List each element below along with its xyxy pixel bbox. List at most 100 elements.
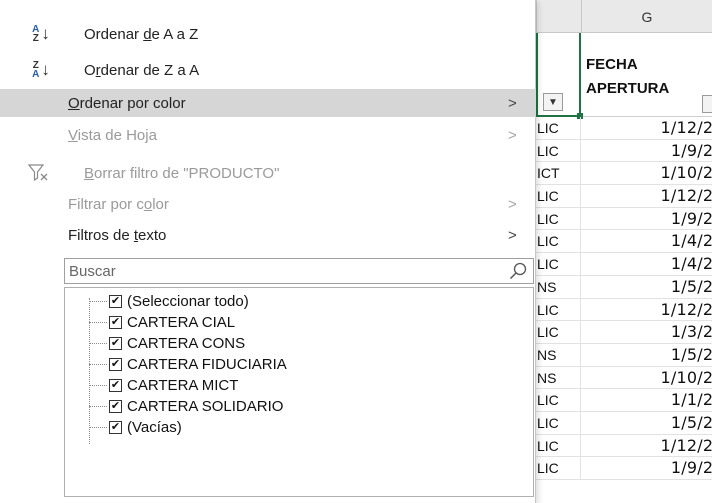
table-row: LIC 1/9/202: [536, 139, 712, 163]
submenu-arrow-icon: >: [508, 226, 517, 244]
tree-connector: [89, 427, 107, 428]
cell-f[interactable]: LIC: [536, 139, 581, 162]
checkbox[interactable]: ✔: [109, 316, 122, 329]
cell-f[interactable]: LIC: [536, 411, 581, 434]
header-fecha-apertura[interactable]: FECHA APERTURA: [586, 53, 669, 101]
checkmark-icon: ✔: [110, 421, 121, 433]
filter-values-list[interactable]: ✔ (Seleccionar todo) ✔ CARTERA CIAL ✔ CARTERA…: [64, 287, 534, 497]
column-header-g[interactable]: G: [581, 0, 712, 33]
cell-fecha-apertura[interactable]: 1/5/201: [581, 276, 712, 298]
list-item-label: CARTERA CONS: [127, 335, 246, 352]
checkbox[interactable]: ✔: [109, 400, 122, 413]
filter-by-color-label: Filtrar por color: [68, 195, 169, 213]
cell-date-value: 1/10/201: [660, 367, 712, 387]
checkbox[interactable]: ✔: [109, 421, 122, 434]
cell-fecha-apertura[interactable]: 1/4/202: [581, 253, 712, 275]
list-item[interactable]: ✔ CARTERA MICT: [89, 376, 238, 395]
list-item-label: CARTERA MICT: [127, 377, 239, 394]
cell-date-value: 1/5/201: [670, 276, 712, 296]
filter-dropdown-button[interactable]: ▼: [543, 93, 563, 111]
filter-by-color-item[interactable]: Filtrar por color >: [0, 190, 536, 218]
cell-f[interactable]: LIC: [536, 230, 581, 253]
text-filters-item[interactable]: Filtros de texto >: [0, 221, 536, 249]
checkmark-icon: ✔: [110, 400, 121, 412]
search-icon[interactable]: [509, 262, 527, 280]
cell-date-value: 1/12/201: [660, 299, 712, 319]
cell-fecha-apertura[interactable]: 1/9/202: [581, 457, 712, 479]
sheet-view-label: Vista de Hoja: [68, 126, 157, 144]
cell-fecha-apertura[interactable]: 1/12/201: [581, 435, 712, 457]
tree-connector: [89, 343, 107, 344]
cell-fecha-apertura[interactable]: 1/10/201: [581, 162, 712, 184]
table-row: NS 1/5/202: [536, 343, 712, 367]
table-row: ICT 1/10/201: [536, 162, 712, 186]
sort-z-to-a-label: Ordenar de Z a A: [84, 61, 200, 79]
sort-by-color-item[interactable]: Ordenar por color >: [0, 89, 536, 117]
cell-f[interactable]: LIC: [536, 185, 581, 207]
cell-f[interactable]: LIC: [536, 457, 581, 479]
cell-date-value: 1/5/202: [670, 412, 712, 432]
submenu-arrow-icon: >: [508, 126, 517, 144]
list-item-label: (Seleccionar todo): [127, 293, 249, 310]
clear-filter-icon: [28, 162, 50, 184]
cell-fecha-apertura[interactable]: 1/9/202: [581, 208, 712, 230]
cell-f[interactable]: LIC: [536, 434, 581, 457]
list-item-label: (Vacías): [127, 419, 182, 436]
cell-fecha-apertura[interactable]: 1/3/202: [581, 321, 712, 343]
cell-date-value: 1/4/202: [670, 231, 712, 251]
sheet-view-item[interactable]: Vista de Hoja >: [0, 121, 536, 149]
cell-f[interactable]: NS: [536, 343, 581, 366]
cell-f[interactable]: NS: [536, 275, 581, 298]
cell-date-value: 1/3/202: [670, 322, 712, 342]
column-header-f[interactable]: [536, 0, 581, 33]
search-input[interactable]: [65, 259, 505, 283]
table-row: LIC 1/5/202: [536, 411, 712, 435]
cell-date-value: 1/9/202: [670, 458, 712, 478]
text-filters-label: Filtros de texto: [68, 226, 167, 244]
search-box[interactable]: [64, 258, 534, 284]
cell-f[interactable]: LIC: [536, 117, 581, 139]
tree-connector: [89, 406, 107, 407]
selected-header-cell-f[interactable]: ▼: [536, 33, 583, 119]
table-row: LIC 1/9/202: [536, 207, 712, 231]
sort-a-to-z-item[interactable]: A Z ↓ Ordenar de A a Z: [0, 20, 536, 48]
checkbox[interactable]: ✔: [109, 295, 122, 308]
list-item[interactable]: ✔ CARTERA CONS: [89, 334, 245, 353]
cell-fecha-apertura[interactable]: 1/10/201: [581, 367, 712, 389]
list-item[interactable]: ✔ (Vacías): [89, 418, 182, 437]
tree-connector: [89, 364, 107, 365]
clear-filter-label: Borrar filtro de "PRODUCTO": [84, 164, 280, 182]
table-row: LIC 1/4/202: [536, 253, 712, 276]
list-item[interactable]: ✔ CARTERA FIDUCIARIA: [89, 355, 287, 374]
cell-f[interactable]: LIC: [536, 389, 581, 411]
cell-fecha-apertura[interactable]: 1/5/202: [581, 412, 712, 434]
cell-fecha-apertura[interactable]: 1/5/202: [581, 344, 712, 366]
cell-fecha-apertura[interactable]: 1/12/201: [581, 185, 712, 207]
checkmark-icon: ✔: [110, 337, 121, 349]
cell-f[interactable]: LIC: [536, 298, 581, 321]
tree-connector: [89, 301, 107, 302]
checkbox[interactable]: ✔: [109, 358, 122, 371]
list-item[interactable]: ✔ CARTERA SOLIDARIO: [89, 397, 283, 416]
cell-f[interactable]: LIC: [536, 253, 581, 275]
filter-button-g[interactable]: [702, 95, 712, 113]
cell-fecha-apertura[interactable]: 1/1/201: [581, 389, 712, 411]
cell-f[interactable]: LIC: [536, 321, 581, 343]
cell-fecha-apertura[interactable]: 1/12/201: [581, 299, 712, 321]
cell-f[interactable]: ICT: [536, 162, 581, 185]
clear-filter-item[interactable]: Borrar filtro de "PRODUCTO": [0, 159, 536, 187]
cell-fecha-apertura[interactable]: 1/4/202: [581, 230, 712, 252]
cell-f[interactable]: LIC: [536, 207, 581, 230]
cell-fecha-apertura[interactable]: 1/9/202: [581, 140, 712, 162]
checkbox[interactable]: ✔: [109, 337, 122, 350]
cell-f[interactable]: NS: [536, 366, 581, 389]
cell-fecha-apertura[interactable]: 1/12/201: [581, 117, 712, 139]
table-row: LIC 1/12/201: [536, 434, 712, 458]
checkbox[interactable]: ✔: [109, 379, 122, 392]
table-row: LIC 1/12/201: [536, 298, 712, 322]
list-item[interactable]: ✔ CARTERA CIAL: [89, 313, 235, 332]
sort-z-to-a-item[interactable]: Z A ↓ Ordenar de Z a A: [0, 56, 536, 84]
sort-za-icon: Z A ↓: [32, 60, 50, 80]
table-row: LIC 1/4/202: [536, 230, 712, 254]
list-item[interactable]: ✔ (Seleccionar todo): [89, 292, 249, 311]
